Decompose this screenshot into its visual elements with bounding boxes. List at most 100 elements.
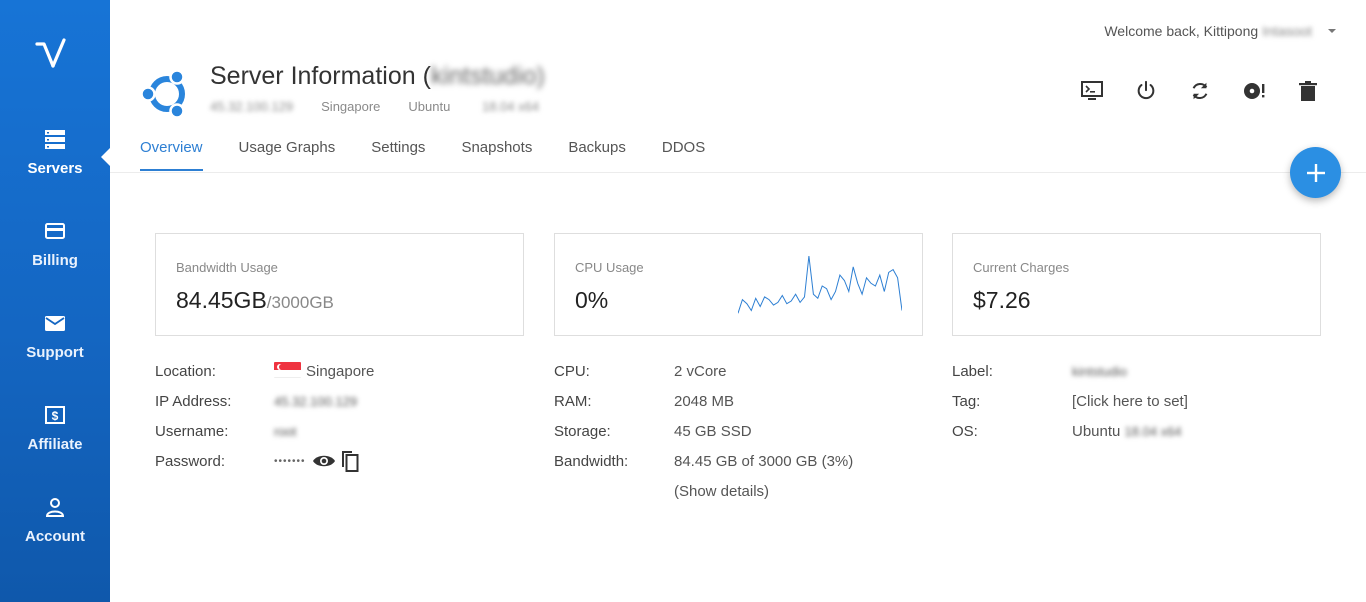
sidebar-item-label: Affiliate (27, 436, 83, 453)
mail-icon (45, 316, 65, 331)
reinstall-button[interactable] (1242, 78, 1266, 104)
detail-value: 2 vCore (674, 362, 727, 380)
server-os: Ubuntu 18.04 x64 (408, 99, 567, 114)
detail-value: 45 GB SSD (674, 422, 752, 440)
detail-label: Storage: (554, 422, 611, 440)
detail-label: Bandwidth: (554, 452, 629, 470)
svg-text:$: $ (52, 409, 59, 423)
charges-card: Current Charges $7.26 (952, 233, 1321, 336)
cpu-label: CPU Usage (575, 260, 644, 275)
detail-label: OS: (952, 422, 978, 440)
server-label-link[interactable]: kintstudio (1072, 364, 1127, 379)
plus-icon (1306, 163, 1325, 182)
sidebar-item-label: Servers (27, 160, 83, 177)
location-text: Singapore (306, 363, 375, 380)
delete-button[interactable] (1296, 78, 1320, 104)
page-title-text: Server Information ( (210, 62, 431, 90)
detail-label: RAM: (554, 392, 592, 410)
charges-label: Current Charges (973, 260, 1070, 275)
sidebar-item-label: Support (26, 344, 84, 361)
page-title: Server Information (kintstudio) (210, 62, 545, 91)
welcome-text: Welcome back, Kittipong (1104, 23, 1259, 39)
sidebar-item-support[interactable]: Support (0, 312, 110, 392)
detail-label: Tag: (952, 392, 981, 410)
detail-value: Ubuntu 18.04 x64 (1072, 423, 1182, 440)
server-os-version: 18.04 x64 (481, 99, 540, 114)
detail-tag-row: Tag: [Click here to set] (952, 386, 1188, 416)
cpu-card: CPU Usage 0% (554, 233, 923, 336)
console-button[interactable] (1080, 78, 1104, 104)
tabs-divider (110, 172, 1366, 173)
detail-location: Location: Singapore (155, 356, 374, 386)
welcome-username: Intasoot (1262, 23, 1312, 39)
restart-icon (1192, 82, 1208, 100)
trash-icon (1299, 81, 1317, 101)
server-label-blurred: kintstudio) (430, 62, 545, 90)
detail-ip: IP Address: 45.32.100.129 (155, 386, 357, 416)
sidebar: Servers Billing Support $ Affiliate Acco… (0, 0, 110, 602)
user-icon (45, 498, 65, 517)
bandwidth-used: 84.45GB (176, 287, 267, 313)
tab-usage-graphs[interactable]: Usage Graphs (239, 139, 336, 171)
user-menu[interactable]: Welcome back, Kittipong Intasoot (1104, 23, 1336, 39)
server-region: Singapore (321, 99, 381, 114)
detail-value: Singapore (274, 362, 374, 380)
detail-label: CPU: (554, 362, 590, 380)
copy-icon[interactable] (339, 449, 359, 473)
detail-label: Label: (952, 362, 993, 380)
restart-button[interactable] (1188, 78, 1212, 104)
server-actions (1080, 78, 1320, 104)
detail-label: Username: (155, 422, 229, 440)
set-tag-link[interactable]: [Click here to set] (1072, 393, 1188, 410)
server-ip: 45.32.100.129 (210, 99, 294, 114)
cpu-value: 0% (575, 287, 609, 313)
password-dots: ••••••• (274, 455, 306, 467)
sidebar-item-account[interactable]: Account (0, 496, 110, 576)
reinstall-icon (1244, 83, 1265, 99)
detail-ram: RAM: 2048 MB (554, 386, 734, 416)
sidebar-item-servers[interactable]: Servers (0, 128, 110, 208)
detail-label-row: Label: kintstudio (952, 356, 1127, 386)
detail-value: 2048 MB (674, 392, 735, 410)
details-mid: CPU: 2 vCore RAM: 2048 MB Storage: 45 GB… (554, 356, 853, 506)
sidebar-item-billing[interactable]: Billing (0, 220, 110, 300)
singapore-flag-icon (274, 362, 301, 378)
sidebar-item-label: Account (25, 528, 85, 545)
detail-show-details: (Show details) (554, 476, 769, 506)
detail-username: Username: root (155, 416, 296, 446)
server-tabs: Overview Usage Graphs Settings Snapshots… (140, 139, 741, 171)
ubuntu-logo-icon (140, 69, 185, 119)
tab-settings[interactable]: Settings (371, 139, 425, 171)
bandwidth-label: Bandwidth Usage (176, 260, 278, 275)
bandwidth-card: Bandwidth Usage 84.45GB/3000GB (155, 233, 524, 336)
vultr-logo[interactable] (34, 36, 76, 78)
detail-value: 45.32.100.129 (274, 393, 358, 409)
charges-value: $7.26 (973, 287, 1031, 313)
tab-snapshots[interactable]: Snapshots (461, 139, 532, 171)
sidebar-item-label: Billing (32, 252, 78, 269)
details-left: Location: Singapore IP Address: 45.32.10… (155, 356, 374, 476)
detail-value: root (274, 423, 297, 439)
add-server-button[interactable] (1290, 147, 1341, 198)
os-name: Ubuntu (1072, 422, 1121, 440)
cpu-sparkline (738, 255, 902, 314)
server-os-name: Ubuntu (408, 99, 451, 114)
server-meta: 45.32.100.129 Singapore Ubuntu 18.04 x64 (210, 99, 595, 114)
show-details-link[interactable]: (Show details) (674, 483, 769, 500)
power-button[interactable] (1134, 78, 1158, 104)
tab-overview[interactable]: Overview (140, 139, 203, 171)
sidebar-item-affiliate[interactable]: $ Affiliate (0, 404, 110, 484)
detail-bandwidth: Bandwidth: 84.45 GB of 3000 GB (3%) (554, 446, 853, 476)
tab-backups[interactable]: Backups (568, 139, 626, 171)
power-icon (1137, 80, 1155, 100)
detail-cpu: CPU: 2 vCore (554, 356, 727, 386)
detail-storage: Storage: 45 GB SSD (554, 416, 752, 446)
dollar-icon: $ (45, 406, 65, 424)
bandwidth-total: /3000GB (266, 293, 334, 312)
console-icon (1081, 81, 1103, 100)
tab-ddos[interactable]: DDOS (662, 139, 705, 171)
cpu-sparkline-line (738, 255, 902, 314)
eye-icon[interactable] (312, 453, 336, 469)
os-version: 18.04 x64 (1124, 423, 1182, 439)
detail-label: Password: (155, 452, 226, 470)
